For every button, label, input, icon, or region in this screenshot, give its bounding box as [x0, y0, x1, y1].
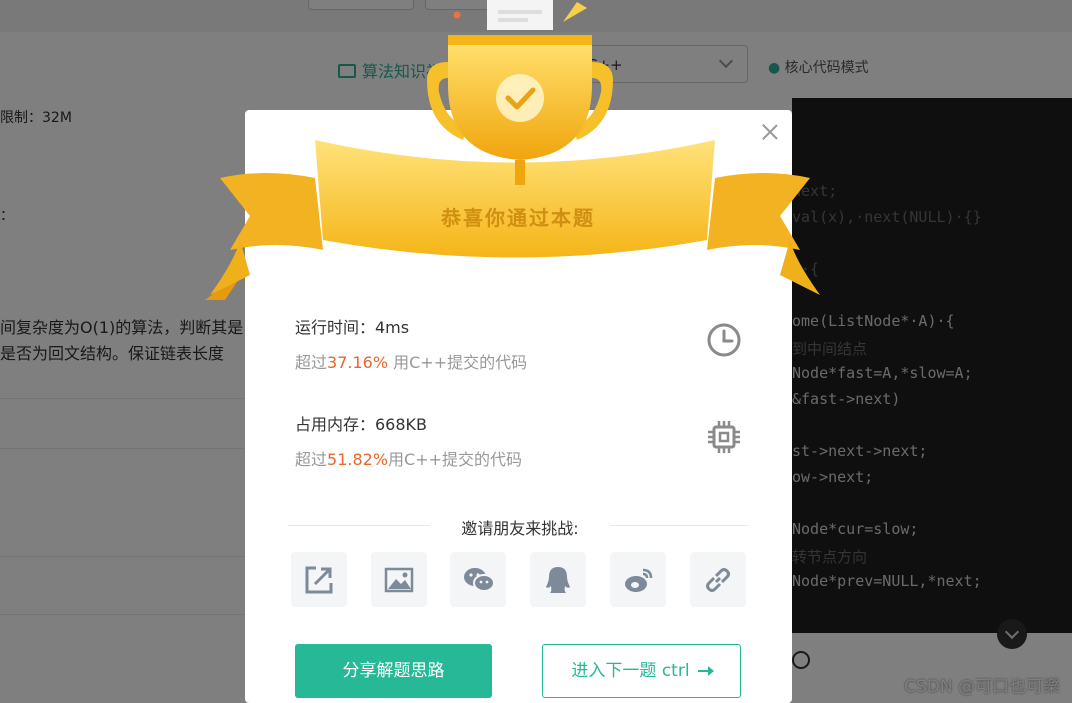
share-solution-button[interactable]: 分享解题思路 [295, 644, 492, 698]
invite-text: 邀请朋友来挑战: [430, 515, 610, 539]
memory-label: 占用内存：668KB [295, 415, 428, 434]
runtime-percent: 37.16% [327, 353, 389, 372]
share-qq-button[interactable] [530, 552, 586, 607]
share-external-button[interactable] [291, 552, 347, 607]
weibo-icon [625, 568, 653, 592]
trophy-ribbon-icon [205, 0, 820, 300]
external-share-icon [305, 566, 333, 594]
clock-icon [707, 323, 741, 357]
share-link-button[interactable] [690, 552, 746, 607]
close-icon[interactable] [758, 120, 782, 144]
qq-icon [546, 567, 570, 593]
runtime-compare: 超过37.16% 用C++提交的代码 [295, 353, 528, 372]
runtime-label: 运行时间：4ms [295, 318, 410, 337]
memory-compare: 超过51.82%用C++提交的代码 [295, 450, 523, 469]
share-image-button[interactable] [371, 552, 427, 607]
wechat-icon [464, 568, 495, 592]
memory-percent: 51.82% [327, 450, 389, 469]
arrow-right-icon [697, 666, 714, 676]
link-icon [706, 568, 730, 592]
image-icon [384, 567, 414, 593]
next-problem-button[interactable]: 进入下一题 ctrl [542, 644, 741, 698]
share-weibo-button[interactable] [610, 552, 666, 607]
share-wechat-button[interactable] [450, 552, 506, 607]
chip-icon [708, 421, 740, 453]
congrats-title: 恭喜你通过本题 [441, 206, 595, 230]
